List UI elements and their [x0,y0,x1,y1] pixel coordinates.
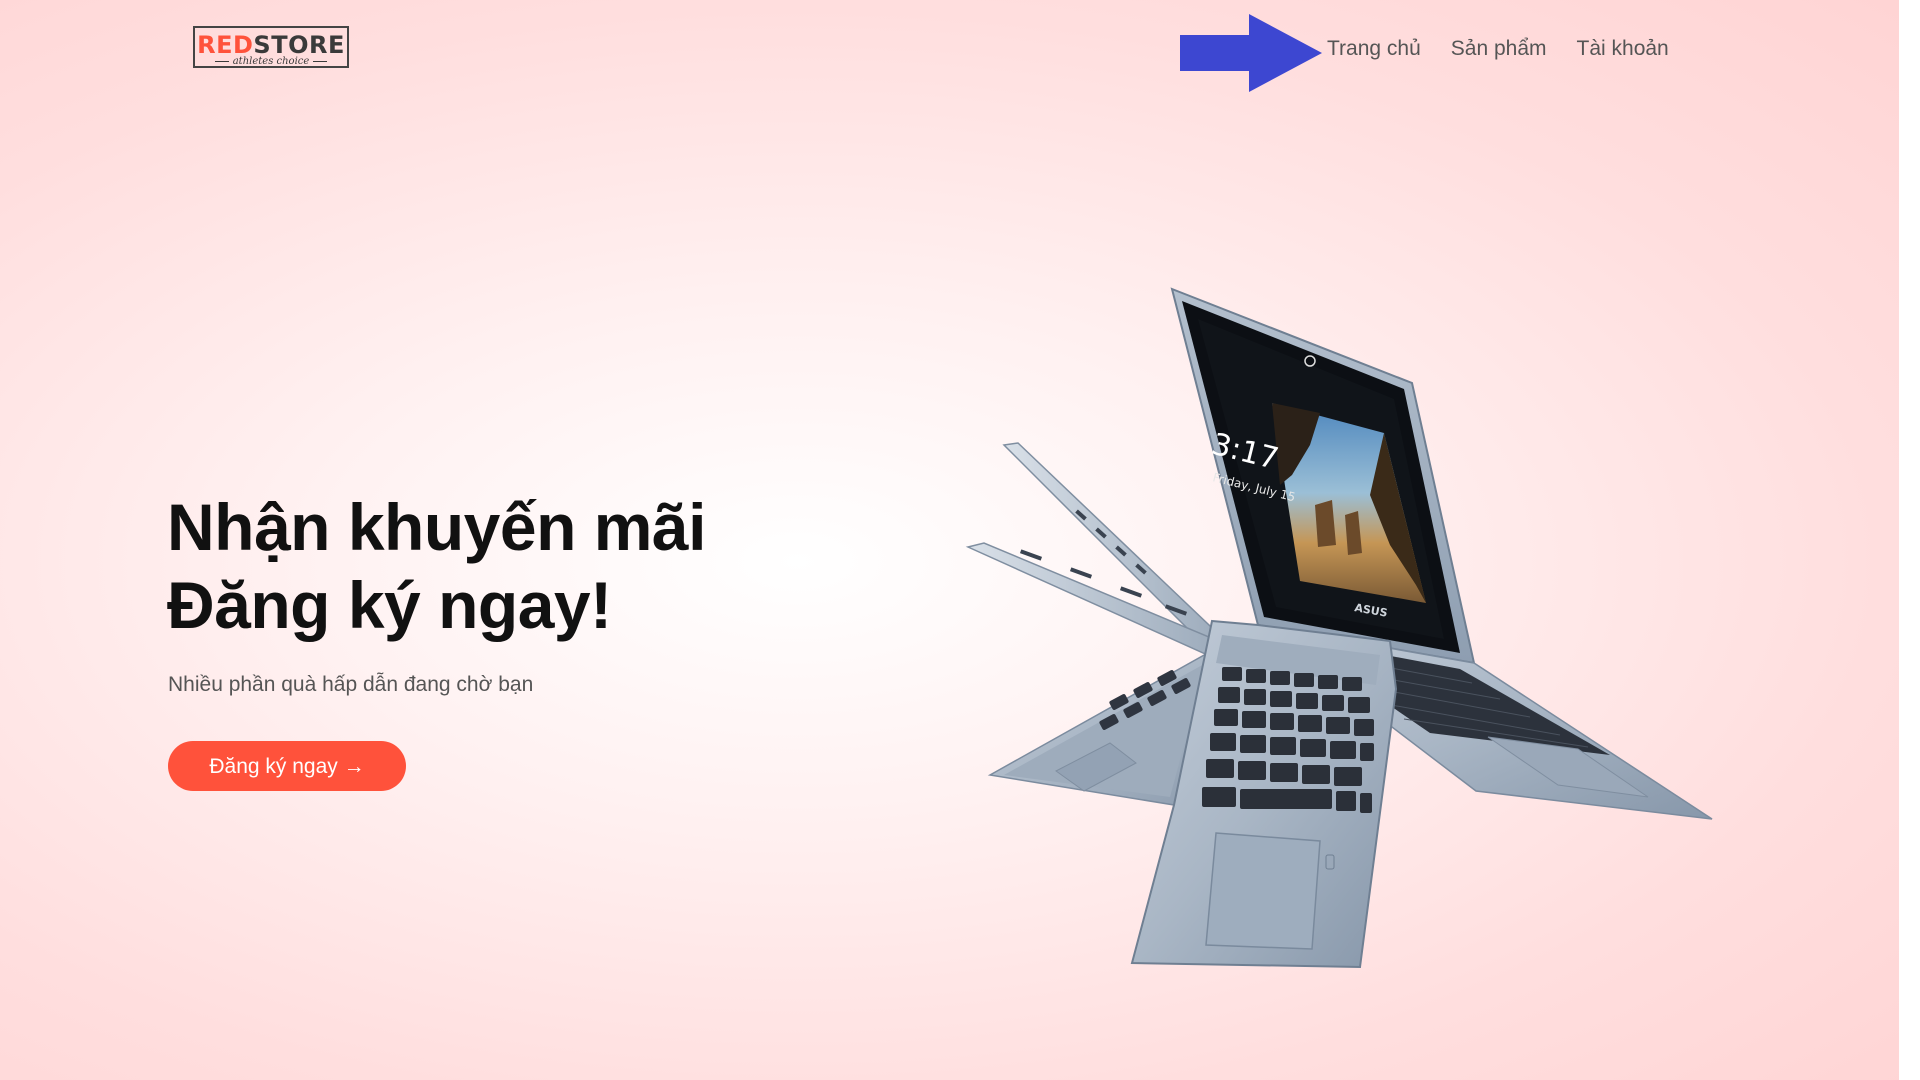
hero-title: Nhận khuyến mãi Đăng ký ngay! [167,488,706,644]
nav-link-account[interactable]: Tài khoản [1577,37,1669,61]
logo-brand-dark: STORE [253,31,345,59]
laptop-product-image: 3:17 Friday, July 15 ASUS [965,287,1713,969]
nav-link-home[interactable]: Trang chủ [1327,37,1421,61]
hero-subtitle: Nhiều phần quà hấp dẫn đang chờ bạn [168,673,534,696]
hero-title-line-1: Nhận khuyến mãi [167,490,706,564]
logo-wordmark: REDSTORE [195,33,347,57]
annotation-arrow-icon [1180,14,1322,92]
hero-title-line-2: Đăng ký ngay! [167,568,612,642]
redstore-logo[interactable]: REDSTORE athletes choice [193,26,349,68]
nav-link-products[interactable]: Sản phẩm [1451,37,1547,61]
main-nav: Trang chủ Sản phẩm Tài khoản [1327,37,1669,61]
logo-brand-red: RED [197,31,254,59]
signup-now-button[interactable]: Đăng ký ngay → [168,741,406,791]
logo-tagline: athletes choice [195,57,347,67]
page: REDSTORE athletes choice Trang chủ Sản p… [0,0,1899,1080]
